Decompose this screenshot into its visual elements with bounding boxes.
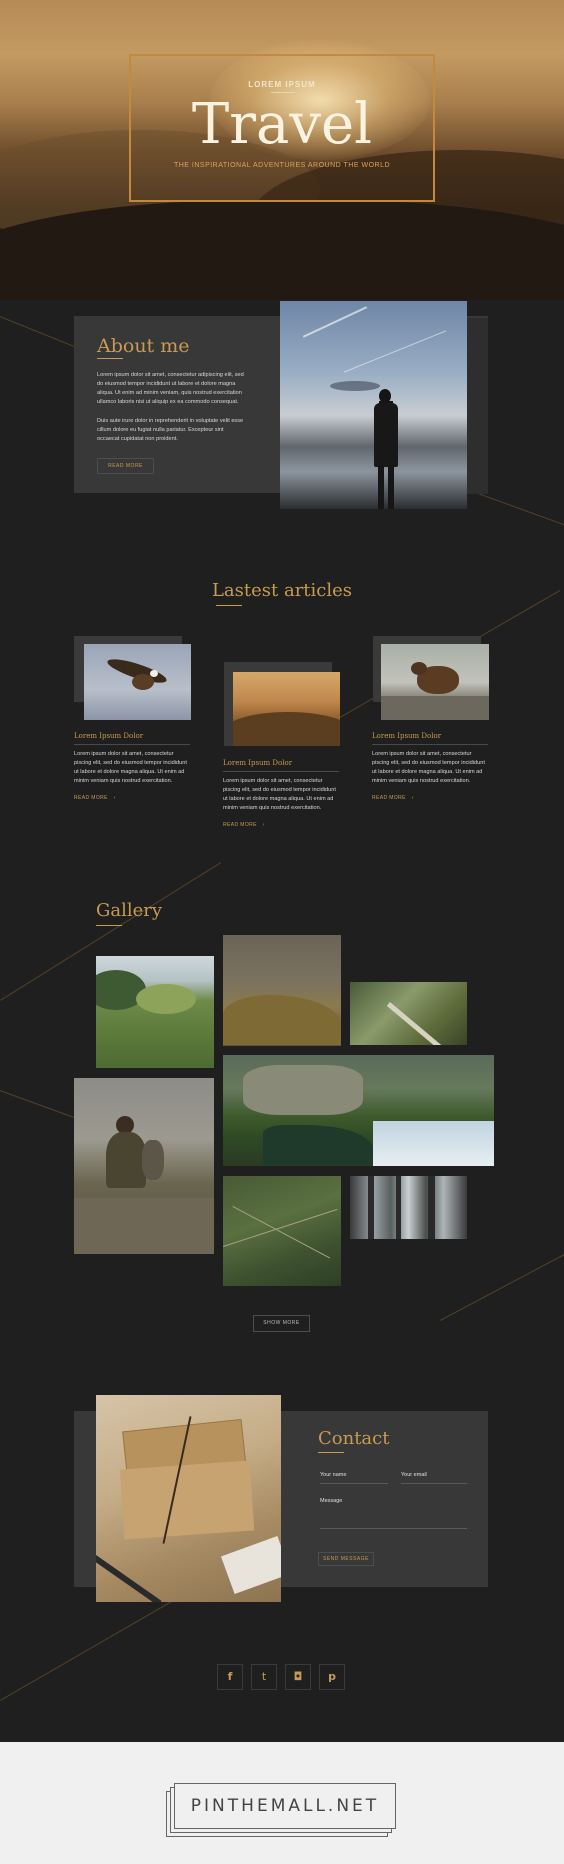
- hero-title: Travel: [191, 92, 373, 157]
- gallery-title: Gallery: [96, 900, 163, 921]
- hero-banner: LOREM IPSUM Travel THE INSPIRATIONAL ADV…: [0, 0, 564, 300]
- hero-kicker: LOREM IPSUM: [248, 80, 316, 89]
- email-field-label: Your email: [401, 1472, 427, 1478]
- facebook-icon[interactable]: f: [217, 1664, 243, 1690]
- article-3-read-more[interactable]: READ MORE ›: [372, 795, 414, 801]
- twitter-icon[interactable]: t: [251, 1664, 277, 1690]
- instagram-icon[interactable]: ◘: [285, 1664, 311, 1690]
- footer: PINTHEMALL.NET: [0, 1742, 564, 1864]
- about-paragraph-2: Duis aute irure dolor in reprehenderit i…: [97, 418, 244, 442]
- chevron-right-icon: ›: [113, 795, 116, 801]
- hero-subtitle: THE INSPIRATIONAL ADVENTURES AROUND THE …: [173, 162, 391, 169]
- article-3-text: Lorem ipsum dolor sit amet, consectetur …: [372, 751, 485, 784]
- chevron-right-icon: ›: [411, 795, 414, 801]
- decorative-line: [469, 490, 564, 529]
- contact-title: Contact: [318, 1428, 390, 1449]
- gallery-photo-hiker-dog[interactable]: [74, 1078, 214, 1254]
- show-more-button[interactable]: SHOW MORE: [253, 1315, 310, 1332]
- article-1-read-more[interactable]: READ MORE ›: [74, 795, 116, 801]
- gallery-photo-misty-hills[interactable]: [223, 935, 341, 1046]
- about-photo: [280, 301, 467, 509]
- article-1-read-more-label: READ MORE: [74, 795, 108, 801]
- email-field[interactable]: [401, 1483, 467, 1484]
- pinthemall-logo-text: PINTHEMALL.NET: [190, 1796, 380, 1816]
- article-1-text: Lorem ipsum dolor sit amet, consectetur …: [74, 751, 187, 784]
- gallery-photo-mountain-lake[interactable]: [223, 1055, 494, 1166]
- article-2-read-more[interactable]: READ MORE ›: [223, 822, 265, 828]
- chevron-right-icon: ›: [262, 822, 265, 828]
- message-field-label: Message: [320, 1498, 343, 1504]
- send-message-button[interactable]: SEND MESSAGE: [318, 1552, 374, 1566]
- gallery-photo-green-hills[interactable]: [96, 956, 214, 1068]
- article-3-read-more-label: READ MORE: [372, 795, 406, 801]
- article-2-read-more-label: READ MORE: [223, 822, 257, 828]
- article-3-title[interactable]: Lorem Ipsum Dolor: [372, 732, 441, 740]
- decorative-line: [0, 1600, 174, 1701]
- about-paragraph-1: Lorem ipsum dolor sit amet, consectetur …: [97, 372, 244, 405]
- page: LOREM IPSUM Travel THE INSPIRATIONAL ADV…: [0, 0, 564, 1742]
- name-field-label: Your name: [320, 1472, 347, 1478]
- about-title: About me: [97, 335, 190, 357]
- article-2-text: Lorem ipsum dolor sit amet, consectetur …: [223, 778, 336, 811]
- gallery-photo-forest-trunks[interactable]: [350, 1176, 467, 1239]
- message-field[interactable]: [320, 1528, 467, 1529]
- name-field[interactable]: [320, 1483, 388, 1484]
- pinthemall-logo[interactable]: PINTHEMALL.NET: [174, 1783, 396, 1829]
- contact-photo-letters: [96, 1395, 281, 1602]
- hero-frame: LOREM IPSUM Travel THE INSPIRATIONAL ADV…: [129, 54, 435, 202]
- article-2-photo-forest[interactable]: [233, 672, 340, 746]
- gallery-photo-aerial-valley[interactable]: [223, 1176, 341, 1286]
- article-1-photo-eagle[interactable]: [84, 644, 191, 720]
- article-2-title[interactable]: Lorem Ipsum Dolor: [223, 759, 292, 767]
- gallery-photo-tree-branch[interactable]: [350, 982, 467, 1045]
- articles-title: Lastest articles: [211, 580, 353, 601]
- article-1-title[interactable]: Lorem Ipsum Dolor: [74, 732, 143, 740]
- pinterest-icon[interactable]: p: [319, 1664, 345, 1690]
- about-read-more-button[interactable]: READ MORE: [97, 458, 154, 474]
- decorative-line: [440, 1254, 564, 1321]
- article-3-photo-bear[interactable]: [381, 644, 489, 720]
